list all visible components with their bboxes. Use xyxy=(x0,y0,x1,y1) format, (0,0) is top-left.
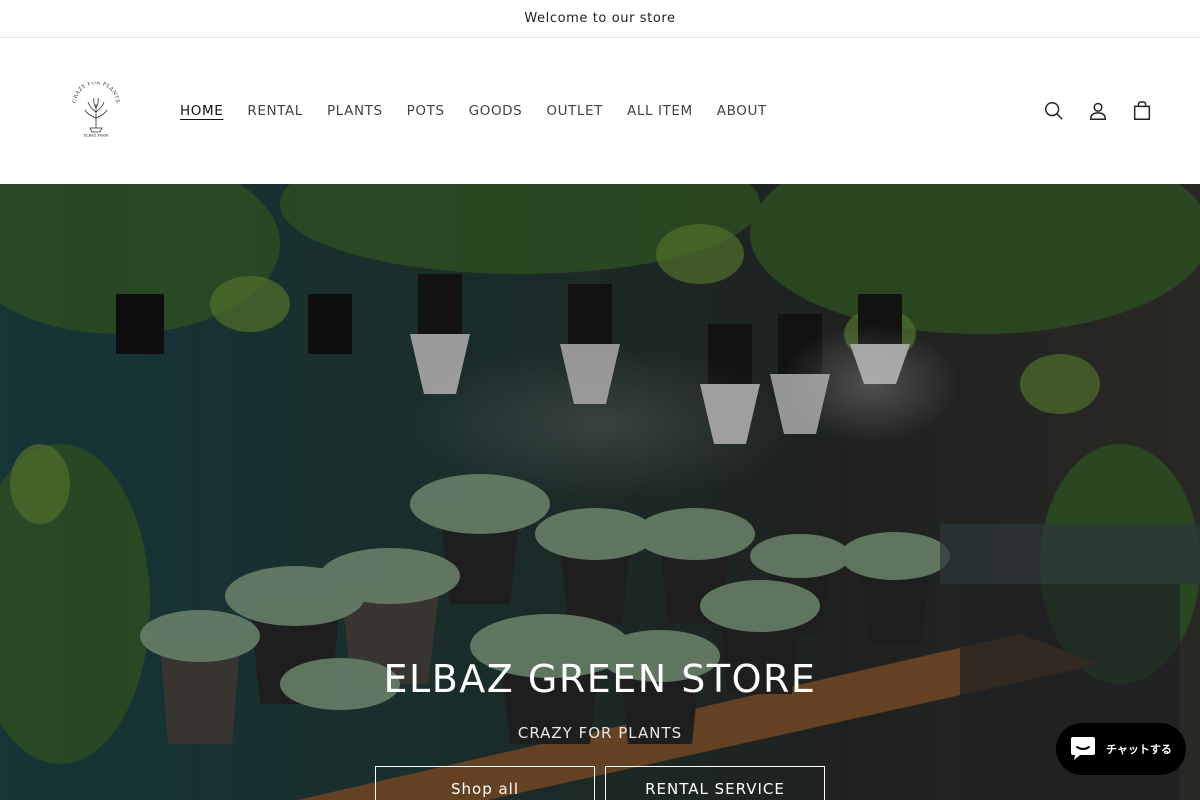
nav-item-plants[interactable]: PLANTS xyxy=(315,103,395,119)
rental-service-button[interactable]: RENTAL SERVICE xyxy=(605,766,825,800)
announcement-bar: Welcome to our store xyxy=(0,0,1200,38)
hero-buttons: Shop all RENTAL SERVICE xyxy=(0,766,1200,800)
store-logo[interactable]: CRAZY FOR PLANTS ELBAZ FARM xyxy=(68,80,124,138)
plant-logo-icon: CRAZY FOR PLANTS ELBAZ FARM xyxy=(72,80,120,138)
nav-item-goods[interactable]: GOODS xyxy=(457,103,535,119)
hero-title: ELBAZ GREEN STORE xyxy=(383,657,817,701)
hero-subtitle: CRAZY FOR PLANTS xyxy=(517,724,683,742)
search-button[interactable] xyxy=(1032,89,1076,133)
nav-item-outlet[interactable]: OUTLET xyxy=(534,103,615,119)
shop-all-button[interactable]: Shop all xyxy=(375,766,595,800)
nav-item-pots[interactable]: POTS xyxy=(395,103,457,119)
nav-item-rental[interactable]: RENTAL xyxy=(235,103,315,119)
hero-content: ELBAZ GREEN STORE CRAZY FOR PLANTS Shop … xyxy=(0,660,1200,800)
main-nav: HOME RENTAL PLANTS POTS GOODS OUTLET ALL… xyxy=(168,38,779,184)
announcement-text: Welcome to our store xyxy=(524,11,676,26)
hero-banner: ELBAZ GREEN STORE CRAZY FOR PLANTS Shop … xyxy=(0,184,1200,800)
nav-item-about[interactable]: ABOUT xyxy=(705,103,779,119)
header-icons xyxy=(1032,38,1164,184)
chat-label: チャットする xyxy=(1106,743,1172,756)
svg-text:ELBAZ FARM: ELBAZ FARM xyxy=(83,134,108,138)
cart-icon xyxy=(1133,101,1151,120)
nav-item-all-item[interactable]: ALL ITEM xyxy=(615,103,705,119)
chat-button[interactable]: チャットする xyxy=(1056,723,1186,775)
nav-item-home[interactable]: HOME xyxy=(168,103,235,119)
account-icon xyxy=(1089,102,1107,120)
site-header: CRAZY FOR PLANTS ELBAZ FARM HOME RENTAL … xyxy=(0,38,1200,184)
chat-bubble-icon xyxy=(1071,737,1095,760)
svg-text:CRAZY FOR PLANTS: CRAZY FOR PLANTS xyxy=(72,82,120,104)
account-button[interactable] xyxy=(1076,89,1120,133)
cart-button[interactable] xyxy=(1120,89,1164,133)
search-icon xyxy=(1045,102,1063,120)
